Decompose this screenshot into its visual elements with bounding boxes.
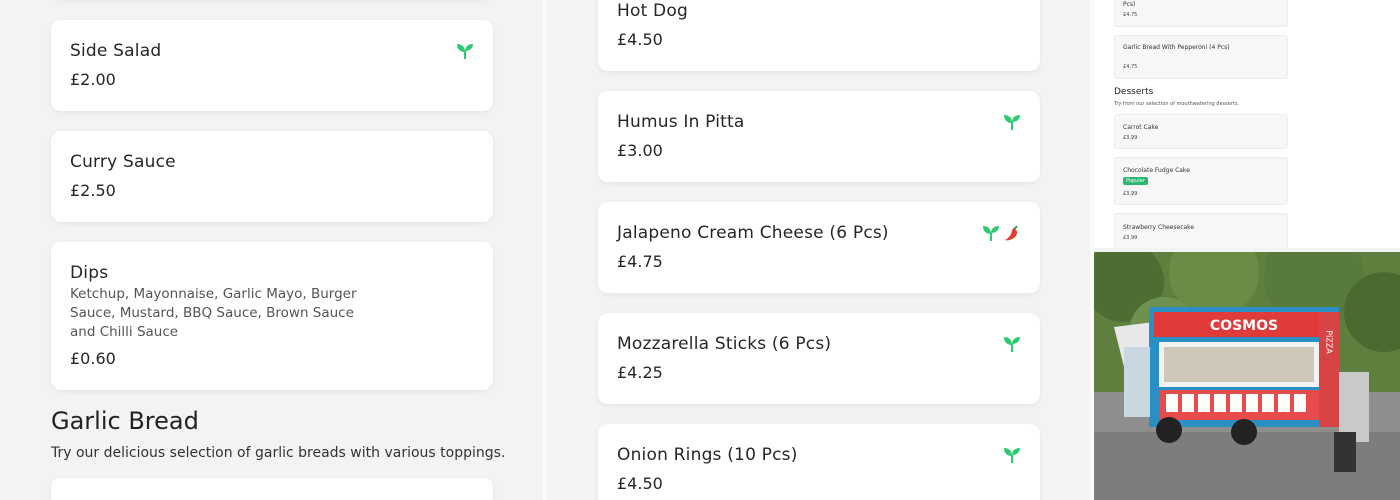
menu-item-card[interactable]: Dips Ketchup, Mayonnaise, Garlic Mayo, B… (51, 242, 493, 390)
mini-menu-item-name: Garlic Bread With Pepperoni (4 Pcs) (1123, 44, 1230, 51)
mini-menu-card: Chocolate Fudge Cake Popular £3.99 (1114, 157, 1288, 205)
menu-item-name: Dips (70, 263, 109, 283)
mini-section-subtitle: Try from our selection of mouthwatering … (1114, 101, 1240, 107)
menu-item-price: £2.50 (70, 181, 116, 200)
menu-item-name: Side Salad (70, 41, 162, 61)
van-sign-text: COSMOS (1210, 318, 1278, 334)
menu-item-card[interactable]: Humus In Pitta £3.00 (598, 91, 1040, 182)
leaf-icon (1004, 337, 1020, 352)
menu-item-card[interactable]: Onion Rings (10 Pcs) £4.50 (598, 424, 1040, 500)
menu-item-name: Humus In Pitta (617, 112, 745, 132)
leaf-icon (1004, 448, 1020, 463)
mini-menu-item-name: Strawberry Cheesecake (1123, 224, 1195, 231)
menu-item-description: Ketchup, Mayonnaise, Garlic Mayo, Burger… (70, 286, 357, 340)
mini-menu-item-name: Chocolate Fudge Cake (1123, 167, 1190, 174)
chilli-icon (1005, 225, 1018, 241)
menu-column-left: Side Salad £2.00 Curry Sauce £2.50 Dips … (0, 0, 543, 500)
menu-item-name: Hot Dog (617, 1, 688, 21)
menu-item-name: Mozzarella Sticks (6 Pcs) (617, 334, 832, 354)
mini-menu-item-price: £4.75 (1123, 64, 1138, 70)
van-side-text: PIZZA (1325, 330, 1334, 354)
menu-item-price: £3.00 (617, 141, 663, 160)
popular-badge: Popular (1123, 177, 1148, 185)
menu-item-price: £4.50 (617, 30, 663, 49)
section-subtitle: Try our delicious selection of garlic br… (51, 445, 506, 461)
menu-item-card-partial[interactable] (51, 478, 493, 500)
mini-menu-item-price: £4.75 (1123, 12, 1138, 18)
menu-item-price: £4.75 (617, 252, 663, 271)
mini-menu-card: Pcs) £4.75 (1114, 0, 1288, 27)
menu-item-card[interactable]: Hot Dog £4.50 (598, 0, 1040, 71)
mini-section-title: Desserts (1114, 87, 1154, 97)
leaf-icon (1004, 115, 1020, 130)
menu-item-price: £0.60 (70, 349, 116, 368)
menu-item-card[interactable]: Curry Sauce £2.50 (51, 131, 493, 222)
menu-item-card[interactable]: Jalapeno Cream Cheese (6 Pcs) £4.75 (598, 202, 1040, 293)
mini-menu-card: Carrot Cake £3.99 (1114, 114, 1288, 149)
menu-item-name: Curry Sauce (70, 152, 176, 172)
mini-menu-item-name: Pcs) (1123, 1, 1136, 8)
food-van-illustration: COSMOS PIZZA (1094, 252, 1400, 500)
mini-menu-item-price: £3.99 (1123, 135, 1138, 141)
menu-item-price: £2.00 (70, 70, 116, 89)
menu-item-price: £4.25 (617, 363, 663, 382)
mini-menu-item-name: Carrot Cake (1123, 124, 1159, 131)
food-van-photo: COSMOS PIZZA (1094, 252, 1400, 500)
menu-item-card[interactable]: Side Salad £2.00 (51, 20, 493, 111)
mini-menu-item-price: £3.99 (1123, 191, 1138, 197)
mini-menu-card: Strawberry Cheesecake £3.99 (1114, 213, 1288, 248)
menu-thumbnail[interactable]: Pcs) £4.75 Garlic Bread With Pepperoni (… (1094, 0, 1400, 248)
menu-item-name: Jalapeno Cream Cheese (6 Pcs) (617, 223, 889, 243)
mini-menu-card: Garlic Bread With Pepperoni (4 Pcs) £4.7… (1114, 35, 1288, 79)
leaf-icon (457, 44, 473, 59)
menu-item-name: Onion Rings (10 Pcs) (617, 445, 798, 465)
menu-item-card[interactable]: Mozzarella Sticks (6 Pcs) £4.25 (598, 313, 1040, 404)
menu-item-price: £4.50 (617, 474, 663, 493)
menu-column-middle: Hot Dog £4.50 Humus In Pitta £3.00 Jalap… (547, 0, 1090, 500)
section-title: Garlic Bread (51, 407, 199, 435)
mini-menu-item-price: £3.99 (1123, 235, 1138, 241)
leaf-icon (983, 226, 999, 241)
